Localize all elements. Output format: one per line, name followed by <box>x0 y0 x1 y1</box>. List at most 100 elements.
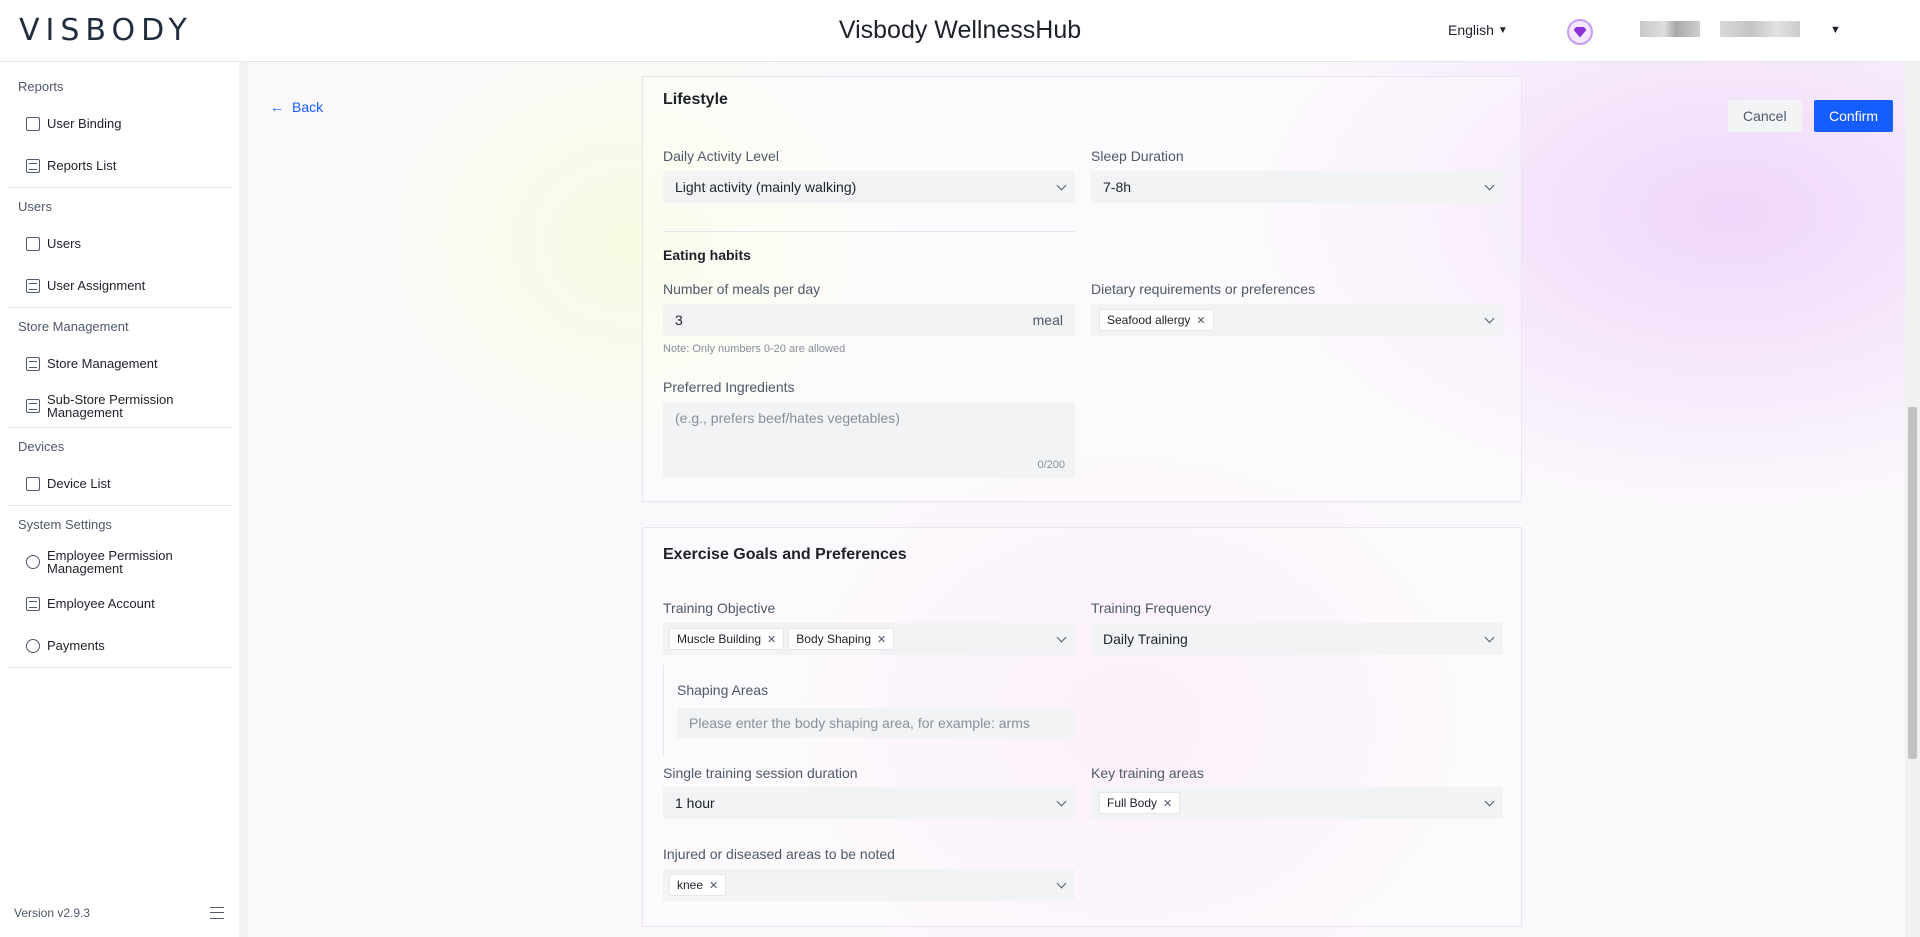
tag-label: Seafood allergy <box>1107 313 1191 327</box>
sidebar-group-devices: Devices <box>18 439 65 454</box>
redacted-store-name <box>1640 21 1700 37</box>
chevron-down-icon <box>1484 313 1495 324</box>
session-duration-value: 1 hour <box>675 795 715 811</box>
redacted-user-name[interactable] <box>1720 21 1800 37</box>
shaping-indent-line <box>663 665 664 755</box>
sidebar-item-users[interactable]: Users <box>26 236 226 251</box>
sidebar-group-users: Users <box>18 199 52 214</box>
remove-tag-icon[interactable]: ✕ <box>1163 797 1172 810</box>
chevron-down-icon <box>1484 180 1495 191</box>
session-duration-label: Single training session duration <box>663 765 858 781</box>
training-frequency-label: Training Frequency <box>1091 600 1212 616</box>
sidebar-item-user-assignment[interactable]: User Assignment <box>26 278 226 293</box>
sidebar-item-label: Sub-Store Permission Management <box>47 392 174 420</box>
sidebar-item-store-management[interactable]: Store Management <box>26 356 226 371</box>
sleep-duration-value: 7-8h <box>1103 179 1132 195</box>
caret-down-icon: ▼ <box>1497 24 1508 36</box>
sleep-duration-select[interactable]: 7-8h <box>1091 171 1503 203</box>
list-icon <box>26 158 40 173</box>
sidebar-item-employee-permission[interactable]: Employee Permission Management <box>26 549 226 575</box>
device-icon <box>26 476 40 491</box>
lifestyle-card: Lifestyle Daily Activity Level Light act… <box>642 76 1522 502</box>
sidebar-item-user-binding[interactable]: User Binding <box>26 116 226 131</box>
sidebar-item-label: Payments <box>47 638 105 653</box>
remove-tag-icon[interactable]: ✕ <box>767 633 776 646</box>
meals-per-day-value: 3 <box>675 312 683 328</box>
id-card-icon <box>26 596 40 611</box>
remove-tag-icon[interactable]: ✕ <box>709 879 718 892</box>
training-frequency-value: Daily Training <box>1103 631 1188 647</box>
sidebar-item-label: User Binding <box>47 116 122 131</box>
tag-label: Muscle Building <box>677 632 762 646</box>
injured-areas-select[interactable]: knee ✕ <box>663 869 1075 901</box>
scrollbar-thumb[interactable] <box>1908 407 1917 759</box>
injured-area-tag: knee ✕ <box>669 874 727 896</box>
sidebar-divider <box>8 427 232 428</box>
session-duration-select[interactable]: 1 hour <box>663 787 1075 819</box>
dietary-requirements-select[interactable]: Seafood allergy ✕ <box>1091 304 1503 336</box>
training-objective-select[interactable]: Muscle Building ✕ Body Shaping ✕ <box>663 623 1075 655</box>
objective-tag: Body Shaping ✕ <box>788 628 895 650</box>
ingredients-char-counter: 0/200 <box>1037 459 1065 471</box>
shaping-areas-placeholder: Please enter the body shaping area, for … <box>689 715 1030 731</box>
key-area-tag: Full Body ✕ <box>1099 792 1181 814</box>
confirm-button[interactable]: Confirm <box>1814 100 1894 132</box>
payment-icon <box>26 638 40 653</box>
exercise-goals-title: Exercise Goals and Preferences <box>663 546 907 563</box>
shaping-areas-label: Shaping Areas <box>677 682 769 698</box>
daily-activity-label: Daily Activity Level <box>663 148 779 164</box>
cancel-button[interactable]: Cancel <box>1728 100 1802 132</box>
sidebar-item-payments[interactable]: Payments <box>26 638 226 653</box>
objective-tag: Muscle Building ✕ <box>669 628 785 650</box>
sidebar-divider <box>8 505 232 506</box>
eating-habits-title: Eating habits <box>663 247 751 263</box>
daily-activity-value: Light activity (mainly walking) <box>675 179 857 195</box>
sidebar-item-reports-list[interactable]: Reports List <box>26 158 226 173</box>
meals-note: Note: Only numbers 0-20 are allowed <box>663 343 846 355</box>
exercise-goals-card: Exercise Goals and Preferences Training … <box>642 527 1522 927</box>
page-scrollbar[interactable] <box>1905 62 1920 937</box>
dietary-tag: Seafood allergy ✕ <box>1099 309 1214 331</box>
version-label: Version v2.9.3 <box>14 906 91 920</box>
preferred-ingredients-textarea[interactable]: (e.g., prefers beef/hates vegetables) 0/… <box>663 402 1075 478</box>
sidebar-group-system-settings: System Settings <box>18 517 112 532</box>
collapse-sidebar-icon[interactable] <box>210 907 224 919</box>
shaping-areas-input[interactable]: Please enter the body shaping area, for … <box>677 708 1075 738</box>
sidebar-group-reports: Reports <box>18 79 64 94</box>
sidebar-item-employee-account[interactable]: Employee Account <box>26 596 226 611</box>
daily-activity-select[interactable]: Light activity (mainly walking) <box>663 171 1075 203</box>
key-training-areas-select[interactable]: Full Body ✕ <box>1091 787 1503 819</box>
remove-tag-icon[interactable]: ✕ <box>1196 314 1205 327</box>
meals-per-day-input[interactable]: 3 meal <box>663 304 1075 336</box>
sidebar-item-label: Employee Account <box>47 596 155 611</box>
arrow-left-icon: ← <box>270 99 284 115</box>
sidebar-item-device-list[interactable]: Device List <box>26 476 226 491</box>
chevron-down-icon <box>1056 878 1067 889</box>
user-menu-caret-icon[interactable]: ▼ <box>1830 24 1841 36</box>
clipboard-icon <box>26 278 40 293</box>
tag-label: Full Body <box>1107 796 1158 810</box>
sidebar-item-label: Employee Permission Management <box>47 548 173 576</box>
remove-tag-icon[interactable]: ✕ <box>877 633 886 646</box>
sleep-duration-label: Sleep Duration <box>1091 148 1184 164</box>
training-objective-label: Training Objective <box>663 600 776 616</box>
permission-list-icon <box>26 399 40 413</box>
sidebar: Reports User Binding Reports List Users … <box>0 62 249 937</box>
chevron-down-icon <box>1484 632 1495 643</box>
sidebar-divider <box>8 187 232 188</box>
store-icon <box>26 356 40 371</box>
sidebar-item-label: Store Management <box>47 356 158 371</box>
language-selector[interactable]: English ▼ <box>1448 22 1508 38</box>
chevron-down-icon <box>1056 796 1067 807</box>
back-link[interactable]: ← Back <box>270 99 323 115</box>
preferred-ingredients-label: Preferred Ingredients <box>663 379 795 395</box>
sidebar-divider <box>8 307 232 308</box>
key-training-areas-label: Key training areas <box>1091 765 1204 781</box>
diamond-badge-icon[interactable] <box>1567 19 1593 45</box>
sidebar-group-store-management: Store Management <box>18 319 129 334</box>
dietary-requirements-label: Dietary requirements or preferences <box>1091 281 1316 297</box>
main-content: ← Back Cancel Confirm Lifestyle Daily Ac… <box>250 62 1905 937</box>
sidebar-item-sub-store-permission[interactable]: Sub-Store Permission Management <box>26 393 226 419</box>
meals-unit-suffix: meal <box>1032 312 1063 328</box>
training-frequency-select[interactable]: Daily Training <box>1091 623 1503 655</box>
